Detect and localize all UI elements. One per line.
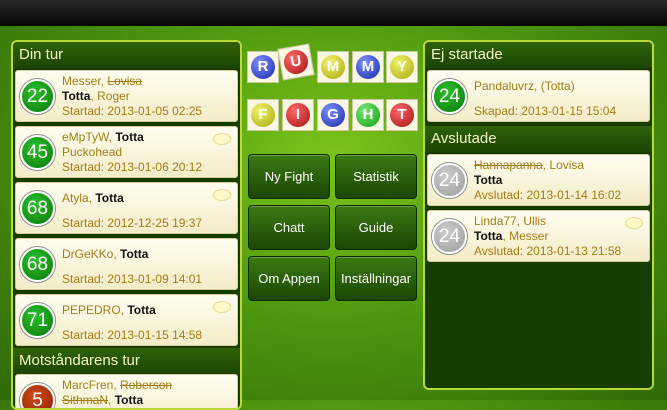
finished-title: Avslutade xyxy=(425,126,652,152)
other-games-panel: Ej startade 24 Pandaluvrz, (Totta) Skapa… xyxy=(423,40,654,390)
logo-tile: U xyxy=(277,43,315,81)
game-card[interactable]: 5 MarcFren, Roberson SithmaN, Totta xyxy=(15,374,238,408)
logo-letter: I xyxy=(286,103,310,127)
game-card[interactable]: 24 Hannapanna, Lovisa Totta Avslutad: 20… xyxy=(427,154,650,206)
game-players: MarcFren, Roberson SithmaN, Totta xyxy=(62,378,173,407)
not-started-title: Ej startade xyxy=(425,42,652,68)
logo-letter: H xyxy=(356,103,380,127)
game-started: Startad: 2013-01-15 14:58 xyxy=(62,328,203,342)
game-card[interactable]: 24 Pandaluvrz, (Totta) Skapad: 2013-01-1… xyxy=(427,70,650,122)
logo-tile: R xyxy=(247,51,279,83)
game-card[interactable]: 71 PEPEDRO, Totta Startad: 2013-01-15 14… xyxy=(15,294,238,346)
score-badge: 5 xyxy=(20,383,55,408)
your-games-panel: Din tur 22 Messer, Lovisa Totta, Roger S… xyxy=(11,40,242,410)
logo-letter: R xyxy=(251,55,275,79)
game-card[interactable]: 68 Atyla, Totta Startad: 2012-12-25 19:3… xyxy=(15,182,238,234)
logo-letter: T xyxy=(390,103,414,127)
score-badge: 71 xyxy=(20,303,55,338)
chat-button[interactable]: Chatt xyxy=(248,205,330,250)
game-players: DrGeKKo, Totta xyxy=(62,247,149,261)
score-badge: 45 xyxy=(20,135,55,170)
chat-bubble-icon xyxy=(625,217,643,229)
game-created: Skapad: 2013-01-15 15:04 xyxy=(474,104,617,118)
logo-tile: I xyxy=(282,99,314,131)
opponent-turn-title: Motståndarens tur xyxy=(13,348,240,374)
logo-tile: Y xyxy=(386,51,418,83)
game-players: PEPEDRO, Totta xyxy=(62,303,156,317)
your-turn-title: Din tur xyxy=(13,42,240,68)
game-started: Startad: 2012-12-25 19:37 xyxy=(62,216,203,230)
score-badge: 22 xyxy=(20,79,55,114)
game-ended: Avslutad: 2013-01-13 21:58 xyxy=(474,244,622,258)
game-card[interactable]: 24 Linda77, Ullis Totta, Messer Avslutad… xyxy=(427,210,650,262)
chat-bubble-icon xyxy=(213,301,231,313)
chat-bubble-icon xyxy=(213,133,231,145)
game-started: Startad: 2013-01-09 14:01 xyxy=(62,272,203,286)
logo-letter: G xyxy=(321,103,345,127)
score-badge: 68 xyxy=(20,247,55,282)
score-badge: 24 xyxy=(432,163,467,198)
game-card[interactable]: 68 DrGeKKo, Totta Startad: 2013-01-09 14… xyxy=(15,238,238,290)
game-started: Startad: 2013-01-05 02:25 xyxy=(62,104,203,118)
logo-letter: Y xyxy=(390,55,414,79)
new-fight-button[interactable]: Ny Fight xyxy=(248,154,330,199)
score-badge: 24 xyxy=(432,79,467,114)
score-badge: 24 xyxy=(432,219,467,254)
game-players: Messer, Lovisa Totta, Roger xyxy=(62,74,143,103)
game-card[interactable]: 45 eMpTyW, Totta Puckohead Startad: 2013… xyxy=(15,126,238,178)
status-bar xyxy=(0,0,667,26)
logo-tile: M xyxy=(352,51,384,83)
logo-letter: U xyxy=(282,48,310,76)
game-card[interactable]: 22 Messer, Lovisa Totta, Roger Startad: … xyxy=(15,70,238,122)
logo-tile: H xyxy=(352,99,384,131)
logo-letter: M xyxy=(321,55,345,79)
logo-tile: F xyxy=(247,99,279,131)
game-started: Startad: 2013-01-06 20:12 xyxy=(62,160,203,174)
game-players: Linda77, Ullis Totta, Messer xyxy=(474,214,549,243)
game-players: Hannapanna, Lovisa Totta xyxy=(474,158,585,187)
chat-bubble-icon xyxy=(213,189,231,201)
game-players: Pandaluvrz, (Totta) xyxy=(474,79,575,93)
logo-tile: G xyxy=(317,99,349,131)
logo-tile: M xyxy=(317,51,349,83)
logo-letter: M xyxy=(356,55,380,79)
settings-button[interactable]: Inställningar xyxy=(335,256,417,301)
logo-tile: T xyxy=(386,99,418,131)
game-players: Atyla, Totta xyxy=(62,191,124,205)
game-players: eMpTyW, Totta Puckohead xyxy=(62,130,144,159)
about-button[interactable]: Om Appen xyxy=(248,256,330,301)
logo-letter: F xyxy=(251,103,275,127)
game-ended: Avslutad: 2013-01-14 16:02 xyxy=(474,188,622,202)
score-badge: 68 xyxy=(20,191,55,226)
statistics-button[interactable]: Statistik xyxy=(335,154,417,199)
guide-button[interactable]: Guide xyxy=(335,205,417,250)
